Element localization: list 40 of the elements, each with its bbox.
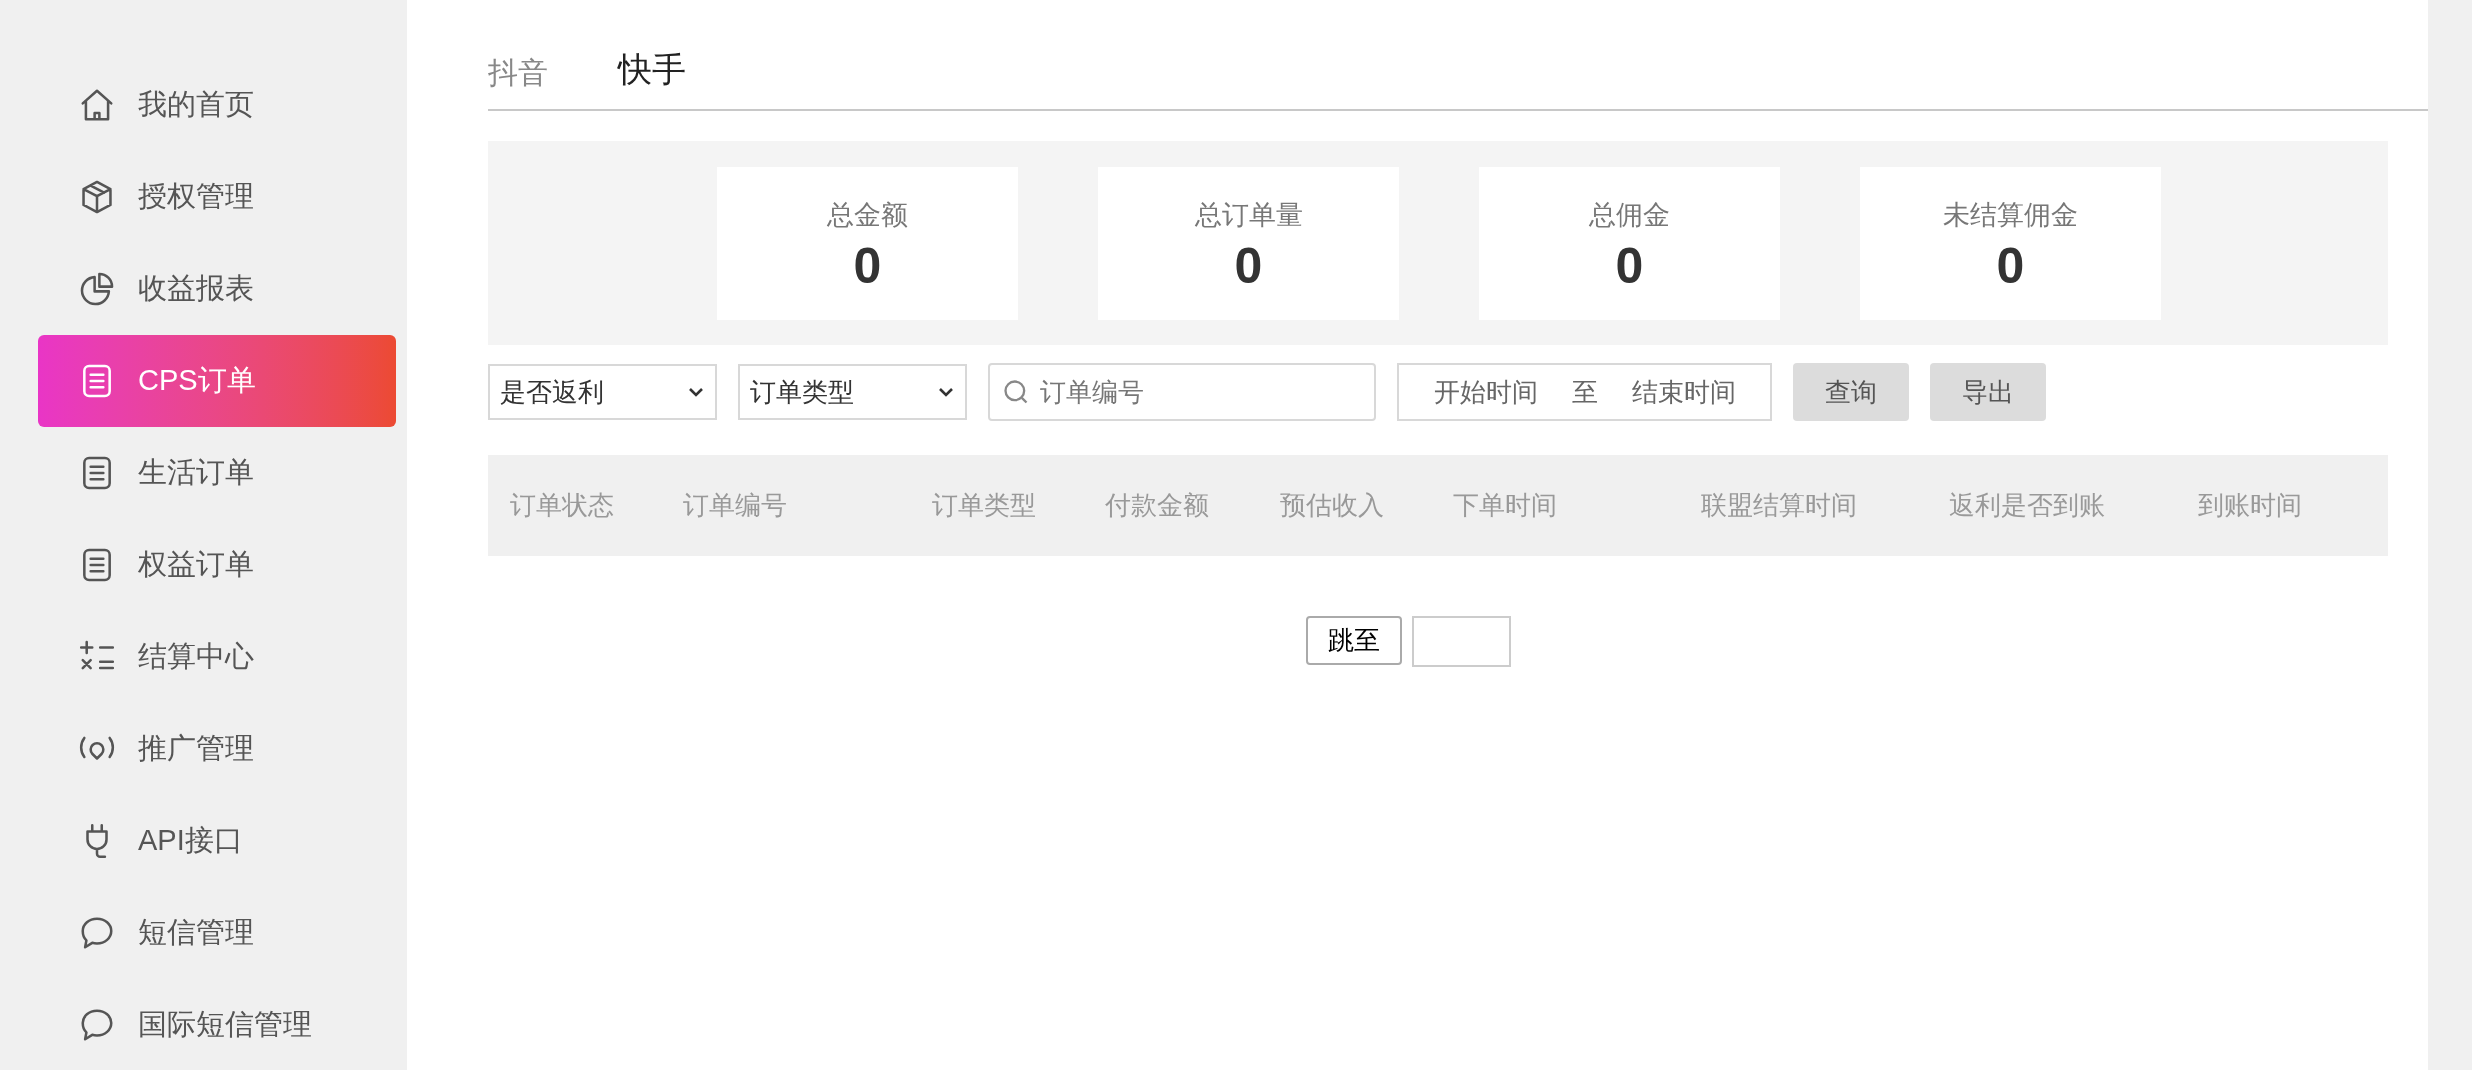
stat-label: 总佣金 bbox=[1589, 198, 1670, 232]
stat-label: 总订单量 bbox=[1194, 198, 1303, 232]
sidebar-item[interactable]: CPS订单 bbox=[38, 335, 396, 427]
column-header: 订单状态 bbox=[510, 489, 615, 522]
sidebar-item[interactable]: 收益报表 bbox=[38, 243, 396, 335]
column-header: 订单编号 bbox=[683, 489, 788, 522]
action-button[interactable]: 导出 bbox=[1930, 363, 2046, 421]
search-field[interactable]: 订单编号 bbox=[988, 363, 1376, 421]
stat-label: 总金额 bbox=[827, 198, 908, 232]
column-header: 付款金额 bbox=[1105, 489, 1210, 522]
tab[interactable]: 抖音 bbox=[488, 50, 548, 95]
sidebar-item[interactable]: 授权管理 bbox=[38, 151, 396, 243]
stat-value: 0 bbox=[1615, 241, 1644, 292]
column-header: 返利是否到账 bbox=[1949, 489, 2106, 522]
tab[interactable]: 快手 bbox=[618, 44, 686, 95]
date-range-field[interactable]: 开始时间 至 结束时间 bbox=[1397, 363, 1772, 421]
search-icon bbox=[1002, 378, 1030, 406]
action-button[interactable]: 查询 bbox=[1793, 363, 1909, 421]
page-number-field[interactable] bbox=[1411, 616, 1511, 667]
dropdown-select[interactable]: 订单类型 bbox=[738, 364, 967, 420]
sidebar-item[interactable]: 生活订单 bbox=[38, 427, 396, 519]
stat-value: 0 bbox=[1234, 241, 1263, 292]
sidebar-item[interactable]: 权益订单 bbox=[38, 519, 396, 611]
stat-value: 0 bbox=[853, 241, 882, 292]
sidebar-item[interactable]: 结算中心 bbox=[38, 611, 396, 703]
sidebar-item[interactable]: 短信管理 bbox=[38, 887, 396, 979]
column-header: 到账时间 bbox=[2198, 489, 2303, 522]
column-header: 下单时间 bbox=[1453, 489, 1558, 522]
sidebar-item[interactable]: API接口 bbox=[38, 795, 396, 887]
jump-button[interactable]: 跳至 bbox=[1305, 616, 1402, 665]
sidebar-item[interactable]: 我的首页 bbox=[38, 59, 396, 151]
stat-value: 0 bbox=[1996, 241, 2025, 292]
column-header: 订单类型 bbox=[932, 489, 1037, 522]
sidebar-item[interactable]: 推广管理 bbox=[38, 703, 396, 795]
dropdown-select[interactable]: 是否返利 bbox=[488, 364, 717, 420]
column-header: 预估收入 bbox=[1280, 489, 1385, 522]
pie-chart-icon bbox=[78, 270, 116, 308]
column-header: 联盟结算时间 bbox=[1701, 489, 1858, 522]
sidebar-item[interactable]: 国际短信管理 bbox=[38, 979, 396, 1070]
stat-label: 未结算佣金 bbox=[1943, 198, 2078, 232]
